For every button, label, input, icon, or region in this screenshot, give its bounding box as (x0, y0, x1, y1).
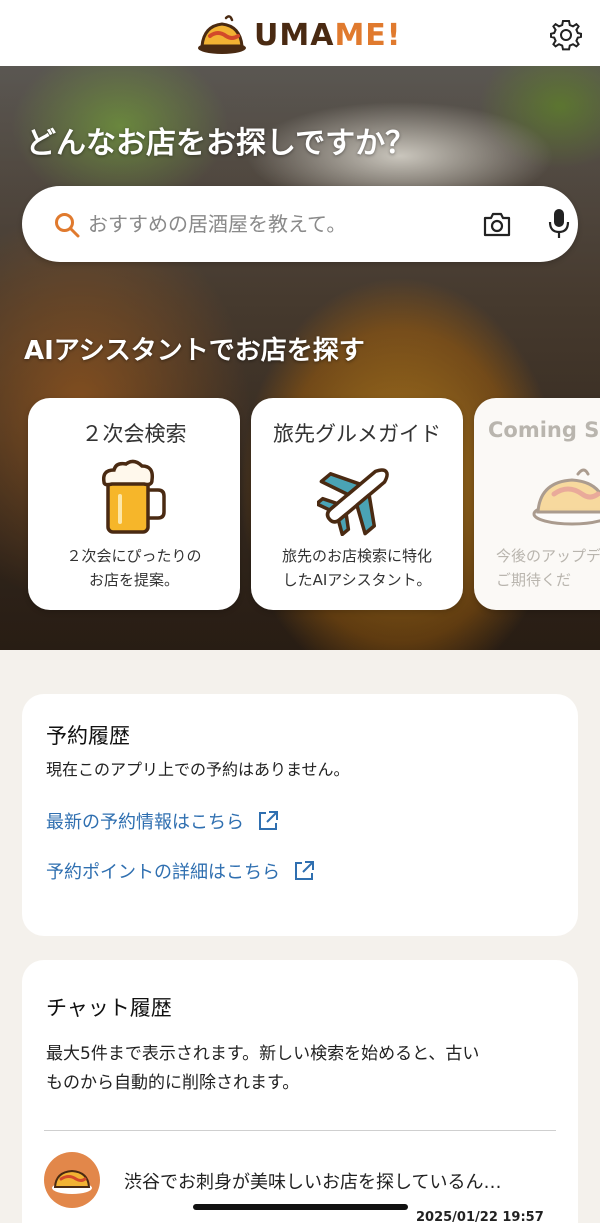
logo-mark-icon (198, 15, 246, 54)
omurice-icon (532, 468, 600, 526)
chat-item-title: 渋谷でお刺身が美味しいお店を探しているん… (124, 1172, 502, 1193)
app-header: UMAME! (0, 0, 600, 66)
reservation-empty-text: 現在このアプリ上での予約はありません。 (46, 760, 350, 779)
card-description: ２次会にぴったりの お店を提案。 (66, 547, 202, 589)
search-input[interactable] (88, 204, 468, 244)
reservation-history-title: 予約履歴 (46, 724, 130, 748)
ai-section-title: AIアシスタントでお店を探す (24, 336, 365, 366)
search-icon (55, 213, 80, 238)
card-coming-soon: Coming S 今後のアップデ ご期待くだ (474, 398, 600, 610)
gear-icon[interactable] (550, 19, 582, 51)
beer-mug-icon (101, 459, 166, 534)
reservation-history-panel: 予約履歴 現在このアプリ上での予約はありません。 最新の予約情報はこちら 予約ポ… (22, 694, 578, 936)
card-travel-gourmet-guide[interactable]: 旅先グルメガイド 旅先のお店検索に特化 したAIアシスタント。 (251, 398, 463, 610)
latest-reservation-link-label: 最新の予約情報はこちら (46, 812, 244, 833)
card-title: 旅先グルメガイド (273, 422, 441, 446)
camera-icon[interactable] (482, 210, 512, 238)
card-description: 旅先のお店検索に特化 したAIアシスタント。 (281, 547, 432, 589)
logo-wordmark: UMAME! (254, 17, 402, 53)
reservation-points-link[interactable]: 予約ポイントの詳細はこちら (46, 858, 316, 884)
chat-history-panel: チャット履歴 最大5件まで表示されます。新しい検索を始めると、古い ものから自動的… (22, 960, 578, 1223)
chat-item-timestamp: 2025/01/22 19:57 (416, 1210, 544, 1223)
omurice-icon (52, 1169, 92, 1194)
avatar (44, 1152, 100, 1208)
external-link-icon (295, 861, 314, 880)
external-link-icon (259, 811, 278, 830)
app-logo[interactable]: UMAME! (196, 12, 401, 58)
hero-section: どんなお店をお探しですか？ AIアシスタントでお店を探す ２次会検索 ２次会にぴ… (0, 66, 600, 650)
hero-title: どんなお店をお探しですか？ (26, 126, 416, 161)
card-description: 今後のアップデ ご期待くだ (496, 547, 600, 589)
chat-history-title: チャット履歴 (46, 996, 172, 1020)
home-indicator[interactable] (193, 1204, 408, 1210)
divider (44, 1130, 556, 1131)
card-nijikai-search[interactable]: ２次会検索 ２次会にぴったりの お店を提案。 (28, 398, 240, 610)
reservation-points-link-label: 予約ポイントの詳細はこちら (46, 862, 280, 883)
latest-reservation-link[interactable]: 最新の予約情報はこちら (46, 808, 280, 834)
microphone-icon[interactable] (548, 208, 570, 240)
airplane-icon (317, 468, 389, 536)
chat-history-note: 最大5件まで表示されます。新しい検索を始めると、古い ものから自動的に削除されます… (46, 1044, 480, 1093)
card-title: Coming S (488, 418, 600, 442)
search-bar[interactable] (22, 186, 578, 262)
card-title: ２次会検索 (81, 422, 187, 446)
